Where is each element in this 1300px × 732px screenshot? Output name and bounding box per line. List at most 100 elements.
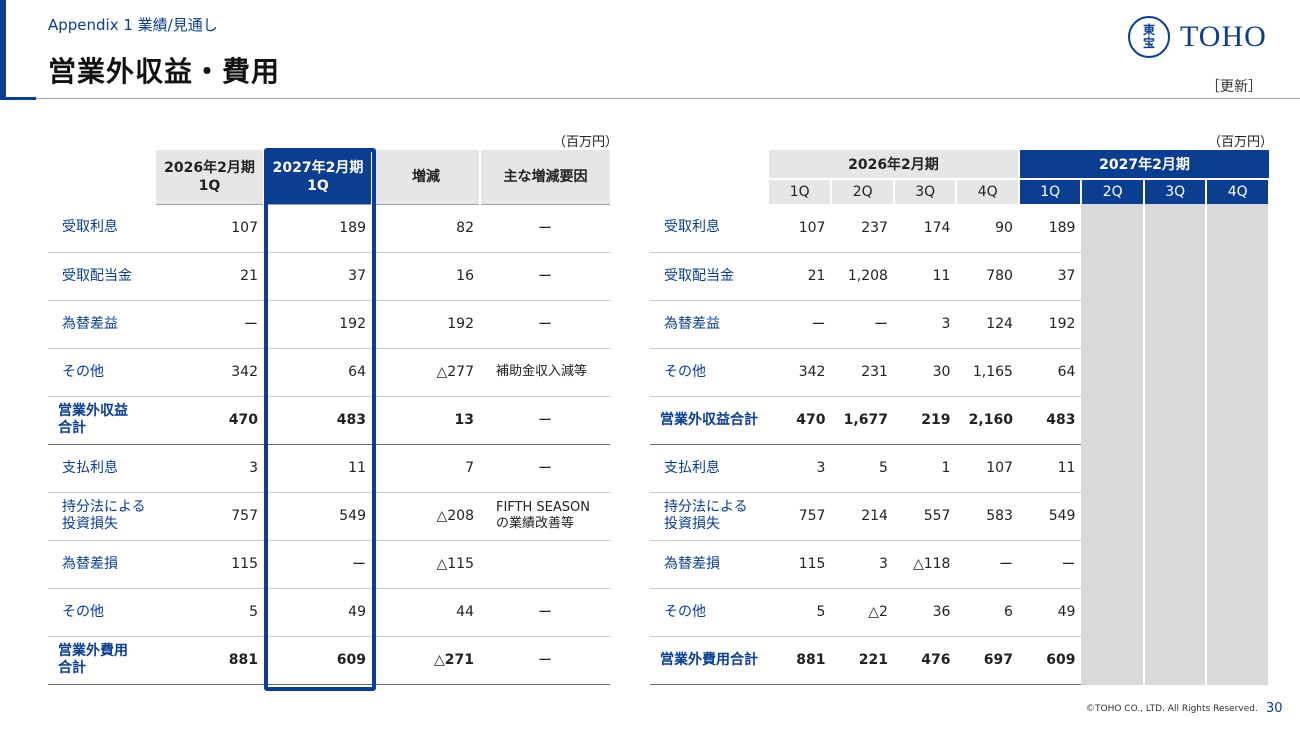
factor-text: ー <box>480 204 610 253</box>
diff-value: △208 <box>372 492 480 541</box>
quarter-header: 3Q <box>893 178 958 204</box>
slide-subtitle: Appendix 1 業績/見通し <box>48 16 218 34</box>
table-row: 為替差損 115 3 △118 ーー <box>650 540 1270 589</box>
diff-value: 7 <box>372 444 480 493</box>
quarter-value: ー <box>956 540 1019 589</box>
factor-text: ー <box>480 396 610 445</box>
table-row: 支払利息 3 11 7 ー <box>48 444 610 493</box>
quarter-value: 470 <box>768 396 832 445</box>
prev-value: 115 <box>156 540 264 589</box>
header-accent-bar <box>0 0 6 100</box>
empty-cell <box>1081 492 1145 541</box>
table-row: 支払利息 3 5 1 107 11 <box>650 444 1270 493</box>
curr-value: 609 <box>264 636 372 685</box>
table-row: その他 342 64 △277 補助金収入減等 <box>48 348 610 397</box>
prev-value: 107 <box>156 204 264 253</box>
right-header-blank <box>650 150 769 204</box>
empty-cell <box>1081 396 1145 445</box>
prev-value: 757 <box>156 492 264 541</box>
curr-value: 64 <box>264 348 372 397</box>
empty-cell <box>1206 396 1270 445</box>
quarter-value: 757 <box>768 492 832 541</box>
empty-cell <box>1206 348 1270 397</box>
quarter-header: 4Q <box>956 178 1020 204</box>
row-label: 営業外費用 合計 <box>48 636 156 685</box>
slide-title: 営業外収益・費用 <box>48 55 281 88</box>
quarter-value: 3 <box>893 300 957 349</box>
quarter-value: 221 <box>831 636 894 685</box>
quarter-value: 214 <box>831 492 894 541</box>
quarter-value: ー <box>768 300 832 349</box>
right-header-year-prev: 2026年2月期 <box>768 150 1020 179</box>
quarter-header: 2Q <box>1081 178 1145 204</box>
quarter-value: 3 <box>831 540 894 589</box>
table-row: 為替差益ーー 3 124 192 <box>650 300 1270 349</box>
quarter-value: 5 <box>768 588 832 637</box>
quarter-value: 483 <box>1018 396 1082 445</box>
quarter-value: 11 <box>1018 444 1082 493</box>
quarter-value: 237 <box>831 204 894 253</box>
row-label: 為替差損 <box>650 540 769 589</box>
factor-text: FIFTH SEASON の業績改善等 <box>480 492 610 541</box>
empty-cell <box>1081 348 1145 397</box>
quarter-value: 37 <box>1018 252 1082 301</box>
right-header-year-curr: 2027年2月期 <box>1018 150 1269 179</box>
empty-cell <box>1206 636 1270 685</box>
quarter-value: 21 <box>768 252 832 301</box>
quarter-value: ー <box>1018 540 1082 589</box>
left-header-curr: 2027年2月期 1Q <box>264 150 373 205</box>
curr-value: 549 <box>264 492 372 541</box>
left-header-blank <box>48 150 156 204</box>
diff-value: 16 <box>372 252 480 301</box>
quarter-value: 174 <box>893 204 957 253</box>
left-header-diff: 増減 <box>372 150 481 205</box>
empty-cell <box>1143 300 1208 349</box>
empty-cell <box>1143 396 1208 445</box>
table-row: 受取利息 107 189 82 ー <box>48 204 610 253</box>
factor-text <box>480 540 610 589</box>
empty-cell <box>1206 444 1270 493</box>
quarter-value: 115 <box>768 540 832 589</box>
quarter-value: 11 <box>893 252 957 301</box>
right-unit-label: （百万円） <box>1208 135 1274 150</box>
empty-cell <box>1206 492 1270 541</box>
logo-kanji-bottom: 宝 <box>1142 36 1155 50</box>
quarter-value: 1,165 <box>956 348 1019 397</box>
empty-cell <box>1143 540 1208 589</box>
quarter-value: 3 <box>768 444 832 493</box>
curr-value: 49 <box>264 588 372 637</box>
page-number: 30 <box>1266 701 1283 716</box>
empty-cell <box>1206 204 1270 253</box>
empty-cell <box>1081 252 1145 301</box>
prev-value: ー <box>156 300 264 349</box>
quarter-value: 192 <box>1018 300 1082 349</box>
prev-value: 342 <box>156 348 264 397</box>
empty-cell <box>1143 636 1208 685</box>
prev-value: 21 <box>156 252 264 301</box>
quarter-value: 583 <box>956 492 1019 541</box>
quarter-value: 90 <box>956 204 1019 253</box>
row-label: 為替差益 <box>48 300 156 349</box>
empty-cell <box>1081 204 1145 253</box>
quarter-header: 4Q <box>1206 178 1270 204</box>
left-unit-label: （百万円） <box>553 135 619 150</box>
row-label: 受取利息 <box>48 204 156 253</box>
quarter-header: 2Q <box>831 178 895 204</box>
table-row: 持分法による 投資損失 757 549 △208 FIFTH SEASON の業績改善等 <box>48 492 610 541</box>
table-row: 営業外費用合計 881 221 476 697 609 <box>650 636 1270 685</box>
quarter-value: 30 <box>893 348 957 397</box>
factor-text: ー <box>480 636 610 685</box>
row-label: その他 <box>48 348 156 397</box>
diff-value: 44 <box>372 588 480 637</box>
row-label: 受取配当金 <box>48 252 156 301</box>
table-row: その他 342 231 30 1,165 64 <box>650 348 1270 397</box>
quarter-value: 64 <box>1018 348 1082 397</box>
quarter-value: 609 <box>1018 636 1082 685</box>
quarter-value: △2 <box>831 588 894 637</box>
quarter-value: 881 <box>768 636 832 685</box>
prev-value: 3 <box>156 444 264 493</box>
row-label: 為替差損 <box>48 540 156 589</box>
quarter-value: 2,160 <box>956 396 1019 445</box>
empty-cell <box>1081 588 1145 637</box>
right-quarterly-table: 2026年2月期 2027年2月期 1Q 2Q 3Q 4Q 1Q 2Q 3Q 4Q 受取利息 1… <box>650 150 1270 685</box>
